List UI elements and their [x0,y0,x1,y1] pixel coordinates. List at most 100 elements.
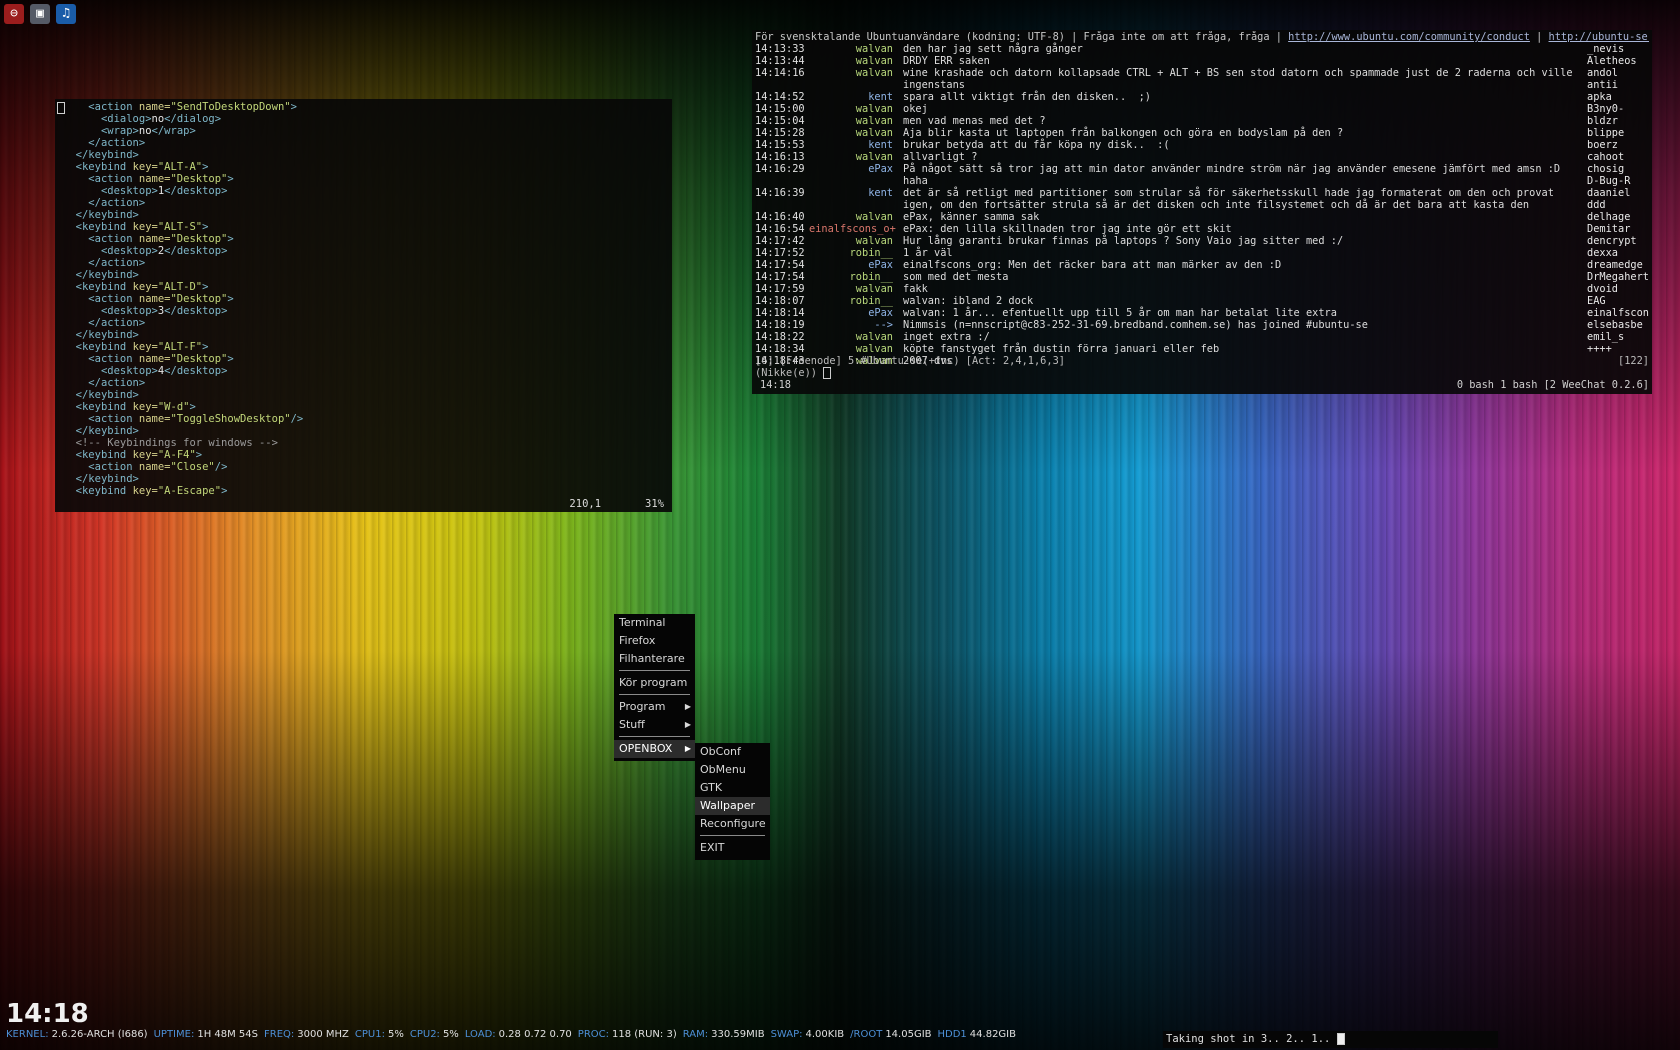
menu-item-openbox[interactable]: OPENBOX ▶ [614,740,695,758]
nick-list-item[interactable]: dvoid [1587,283,1649,295]
message-nick[interactable]: robin__ [809,271,903,283]
menu-item-programs[interactable]: Program ▶ [614,698,695,716]
music-launcher-icon[interactable]: ♫ [56,4,76,24]
topic-link-conduct[interactable]: http://www.ubuntu.com/community/conduct [1288,31,1530,43]
message-time: 14:13:44 [755,55,805,67]
chat-message: 14:16:40 walvan ePax, känner samma sak [755,211,1587,223]
nick-list-item[interactable]: chosig [1587,163,1649,175]
weechat-terminal-window[interactable]: För svensktalande Ubuntuanvändare (kodni… [752,30,1652,394]
vim-buffer[interactable]: <action name="SendToDesktopDown"> <dialo… [63,101,304,497]
message-time: 14:18:14 [755,307,805,319]
menu-item-wallpaper[interactable]: Wallpaper [695,797,770,815]
vim-token: </desktop> [164,365,228,377]
nick-list-item[interactable]: Demitar [1587,223,1649,235]
nick-list-item[interactable]: einalfscon [1587,307,1649,319]
message-nick[interactable]: walvan [809,343,903,355]
message-nick[interactable]: walvan [809,103,903,115]
nick-list-item[interactable]: emil_s [1587,331,1649,343]
vim-token: <desktop> [100,245,158,257]
nick-list-item[interactable]: bldzr [1587,115,1649,127]
vim-line: </action> [63,377,303,389]
message-nick[interactable]: walvan [809,127,903,139]
nick-list-item[interactable]: apka [1587,91,1649,103]
nick-list-item[interactable]: ++++ [1587,343,1649,355]
nick-list-item[interactable]: EAG [1587,295,1649,307]
menu-separator [700,835,765,836]
channel-topic: För svensktalande Ubuntuanvändare (kodni… [755,31,1649,43]
nick-list-item[interactable]: ddd [1587,199,1649,211]
menu-item-reconfigure[interactable]: Reconfigure [695,815,770,833]
menu-item-stuff[interactable]: Stuff ▶ [614,716,695,734]
menu-item-run-program[interactable]: Kör program [614,674,695,692]
vim-token: name= [138,101,171,113]
nick-list-item[interactable]: DrMegahert [1587,271,1649,283]
nick-list-item[interactable]: cahoot [1587,151,1649,163]
nick-list-item[interactable]: andol [1587,67,1649,79]
vim-token: name= [138,233,171,245]
menu-item-file-manager[interactable]: Filhanterare [614,650,695,668]
vim-token [63,449,76,461]
nick-list-item[interactable]: B3ny0- [1587,103,1649,115]
menu-item-obmenu[interactable]: ObMenu [695,761,770,779]
message-time: 14:16:39 [755,187,805,199]
nick-list-item[interactable]: antii [1587,79,1649,91]
message-nick[interactable]: walvan [809,235,903,247]
menu-item-gtk[interactable]: GTK [695,779,770,797]
message-nick[interactable]: walvan [809,115,903,127]
message-nick[interactable]: kent [809,187,903,211]
message-nick[interactable]: ePax [809,163,903,187]
message-nick[interactable]: walvan [809,331,903,343]
nick-list-item[interactable]: _nevis [1587,43,1649,55]
vim-token: "Desktop" [170,233,228,245]
menu-item-firefox[interactable]: Firefox [614,632,695,650]
screen-window-list[interactable]: 0 bash 1 bash [2 WeeChat 0.2.6] [1457,379,1649,391]
message-nick[interactable]: robin__ [809,295,903,307]
message-nick[interactable]: walvan [809,67,903,91]
nick-list-item[interactable]: elsebasbe [1587,319,1649,331]
nick-list-item[interactable]: boerz [1587,139,1649,151]
nick-list-item[interactable]: blippe [1587,127,1649,139]
conky-value: 5% [442,1029,459,1040]
vim-terminal-window[interactable]: <action name="SendToDesktopDown"> <dialo… [55,99,672,512]
message-nick[interactable]: kent [809,91,903,103]
message-text: brukar betyda att du får köpa ny disk.. … [903,139,1170,151]
nick-list-item[interactable]: Aletheos [1587,55,1649,67]
stop-launcher-icon[interactable]: ⊖ [4,4,24,24]
message-text: inget extra :/ [903,331,990,343]
menu-item-openbox-label: OPENBOX [619,742,673,755]
disk-launcher-icon[interactable]: ▣ [30,4,50,24]
menu-item-obconf[interactable]: ObConf [695,743,770,761]
chat-input-line[interactable]: (Nikke(e)) [755,367,832,379]
message-nick[interactable]: walvan [809,211,903,223]
message-nick[interactable]: walvan [809,43,903,55]
nick-list-item[interactable]: daaniel [1587,187,1649,199]
vim-token [63,377,88,389]
topic-link-ubuntu-se[interactable]: http://ubuntu-se.or [1549,31,1649,43]
message-nick[interactable]: ePax [809,259,903,271]
message-text: walvan: 1 år... efentuellt upp till 5 år… [903,307,1337,319]
chat-message: 14:17:59 walvan fakk [755,283,1587,295]
nick-list-item[interactable]: dreamedge [1587,259,1649,271]
nick-list-item[interactable]: dencrypt [1587,235,1649,247]
vim-token: <action [88,461,139,473]
nick-list-item[interactable]: D-Bug-R [1587,175,1649,187]
vim-token: name= [138,353,171,365]
conky-label: KERNEL: [6,1029,49,1040]
vim-token: "Desktop" [170,353,228,365]
menu-item-exit[interactable]: EXIT [695,839,770,857]
message-nick[interactable]: walvan [809,55,903,67]
nick-list-item[interactable]: delhage [1587,211,1649,223]
vim-token: </keybind> [75,209,139,221]
message-nick[interactable]: robin__ [809,247,903,259]
message-nick[interactable]: --> [809,319,903,331]
message-nick[interactable]: ePax [809,307,903,319]
nick-list-item[interactable]: dexxa [1587,247,1649,259]
message-nick[interactable]: einalfscons_o+ [809,223,903,235]
vim-token [63,413,88,425]
message-nick[interactable]: walvan [809,151,903,163]
conky-value: 330.59MIB [711,1029,765,1040]
message-nick[interactable]: walvan [809,283,903,295]
menu-item-terminal[interactable]: Terminal [614,614,695,632]
message-nick[interactable]: kent [809,139,903,151]
vim-line: </action> [63,257,303,269]
